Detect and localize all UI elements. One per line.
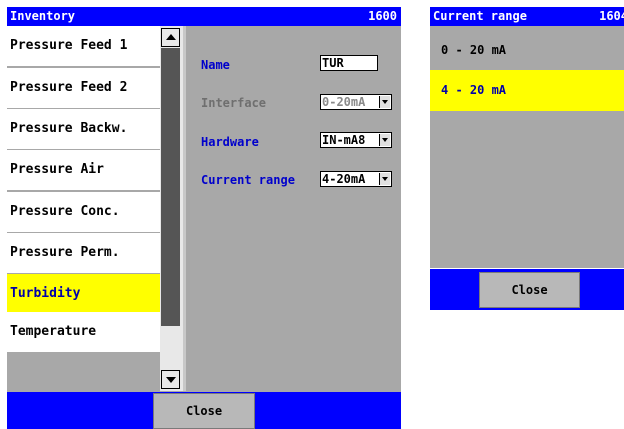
list-item-pressure-feed-1[interactable]: Pressure Feed 1 — [7, 26, 160, 66]
hardware-select[interactable]: IN-mA8 — [320, 132, 392, 148]
dropdown-arrow-icon — [379, 96, 390, 108]
hardware-value: IN-mA8 — [322, 133, 366, 147]
scroll-down-arrow-icon — [166, 377, 176, 383]
name-label: Name — [201, 58, 230, 72]
window-title: Current range — [433, 9, 527, 23]
range-titlebar: Current range 1604 — [430, 7, 624, 26]
dropdown-arrow-icon[interactable] — [379, 134, 390, 146]
scrollbar-track[interactable] — [161, 48, 180, 326]
window-number: 1600 — [368, 9, 397, 23]
name-field[interactable]: TUR — [320, 55, 378, 71]
range-footer: Close — [430, 269, 624, 310]
current-range-window: Current range 1604 0 - 20 mA 4 - 20 mA C… — [430, 7, 624, 310]
hardware-label: Hardware — [201, 135, 259, 149]
list-item-pressure-backw[interactable]: Pressure Backw. — [7, 109, 160, 149]
inventory-window: Inventory 1600 Pressure Feed 1 Pressure … — [7, 7, 401, 429]
window-number: 1604 — [599, 9, 624, 23]
scroll-up-arrow-icon — [166, 34, 176, 40]
window-title: Inventory — [10, 9, 76, 23]
sensor-list: Pressure Feed 1 Pressure Feed 2 Pressure… — [7, 26, 160, 391]
interface-select: 0-20mA — [320, 94, 392, 110]
scroll-down-button[interactable] — [161, 370, 180, 389]
range-option-0-20[interactable]: 0 - 20 mA — [430, 40, 624, 60]
list-item-temperature[interactable]: Temperature — [7, 312, 160, 352]
list-item-turbidity[interactable]: Turbidity — [7, 274, 160, 314]
list-item-pressure-perm[interactable]: Pressure Perm. — [7, 233, 160, 273]
panel-divider — [183, 26, 186, 391]
dropdown-arrow-icon[interactable] — [379, 173, 390, 185]
range-option-list — [430, 26, 624, 269]
list-item-pressure-feed-2[interactable]: Pressure Feed 2 — [7, 68, 160, 108]
list-scrollbar[interactable] — [160, 26, 183, 391]
interface-label: Interface — [201, 96, 267, 110]
close-button[interactable]: Close — [153, 393, 255, 429]
range-option-4-20[interactable]: 4 - 20 mA — [430, 70, 624, 111]
interface-value: 0-20mA — [322, 95, 366, 109]
current-range-label: Current range — [201, 173, 295, 187]
current-range-value: 4-20mA — [322, 172, 366, 186]
inventory-titlebar: Inventory 1600 — [7, 7, 401, 26]
list-item-pressure-conc[interactable]: Pressure Conc. — [7, 192, 160, 232]
current-range-select[interactable]: 4-20mA — [320, 171, 392, 187]
scroll-up-button[interactable] — [161, 28, 180, 47]
close-button[interactable]: Close — [479, 272, 580, 308]
inventory-footer: Close — [7, 392, 401, 429]
list-item-pressure-air[interactable]: Pressure Air — [7, 150, 160, 190]
